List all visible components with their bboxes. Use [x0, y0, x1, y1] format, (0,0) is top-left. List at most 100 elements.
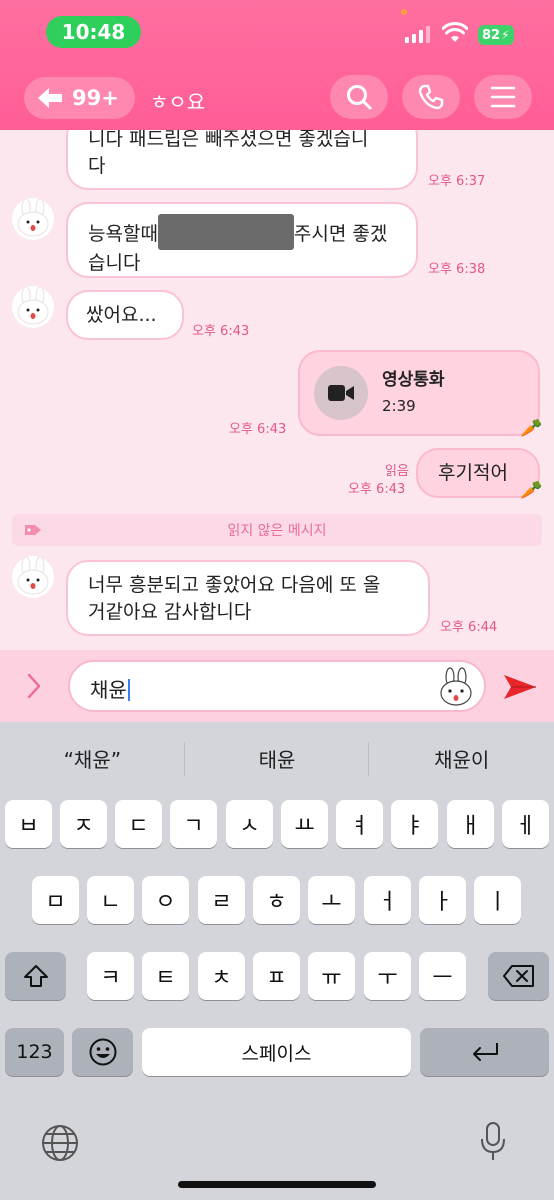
text-caret [127, 679, 130, 701]
message-text-line: 너무 흥분되고 좋았어요 다음에 또 올 [88, 574, 381, 596]
key[interactable]: ㅏ [419, 876, 466, 924]
key[interactable]: ㅊ [198, 952, 245, 1000]
key[interactable]: ㄹ [198, 876, 245, 924]
message-text-line: 거같아요 감사합니다 [88, 601, 252, 623]
censored-redaction-block [157, 214, 294, 250]
emoji-smiley-icon [89, 1038, 116, 1066]
numbers-key[interactable]: 123 [5, 1028, 64, 1076]
avatar[interactable] [12, 556, 54, 598]
phone-icon [418, 84, 444, 110]
message-composer: 채윤 [0, 650, 554, 722]
key[interactable]: ㅑ [391, 800, 438, 848]
bunny-avatar-icon [17, 286, 49, 325]
key[interactable]: ㅌ [142, 952, 189, 1000]
shift-arrow-icon [23, 965, 48, 987]
return-key[interactable] [420, 1028, 549, 1076]
key[interactable]: ㅂ [5, 800, 52, 848]
bunny-avatar-icon [17, 556, 49, 595]
chat-room-title: ㅎㅇ요 [150, 90, 206, 114]
key[interactable]: ㅔ [502, 800, 549, 848]
backspace-icon [502, 965, 534, 987]
emoticon-button[interactable] [436, 667, 476, 707]
incoming-message-bubble[interactable]: 능욕할때 주시면 좋겠 습니다 [66, 202, 418, 278]
video-camera-icon [314, 366, 368, 420]
call-button[interactable] [402, 75, 460, 119]
shift-key[interactable] [5, 952, 66, 1000]
key[interactable]: ㅎ [253, 876, 300, 924]
video-call-card[interactable]: 영상통화 2:39 [298, 350, 540, 436]
suggestion-divider [184, 742, 185, 776]
message-time: 오후 6:37 [428, 174, 486, 189]
key[interactable]: ㅈ [60, 800, 107, 848]
message-text-line: 습니다 [88, 252, 141, 274]
avatar[interactable] [12, 286, 54, 328]
bunny-avatar-icon [17, 198, 49, 237]
menu-button[interactable] [474, 75, 532, 119]
key[interactable]: ㄷ [115, 800, 162, 848]
message-text-line: 니다 패드립은 빼주셨으면 좋겠습니 [88, 130, 369, 150]
return-icon [472, 1043, 498, 1061]
battery-level: 82 [482, 27, 501, 43]
search-button[interactable] [330, 75, 388, 119]
suggestion-item[interactable]: “채윤” [0, 744, 185, 773]
message-text: 주시면 좋겠 [293, 223, 388, 245]
carrot-icon: 🥕 [520, 418, 543, 439]
message-text: 능욕할때 [88, 223, 158, 245]
send-icon[interactable] [502, 672, 538, 702]
incoming-message-bubble[interactable]: 쌌어요... [66, 290, 184, 340]
message-text: 쌌어요... [86, 304, 157, 326]
message-input-value: 채윤 [90, 678, 127, 702]
key[interactable]: ㅡ [419, 952, 466, 1000]
key[interactable]: ㅋ [87, 952, 134, 1000]
expand-chevron-icon[interactable] [24, 672, 44, 700]
key[interactable]: ㄱ [170, 800, 217, 848]
key[interactable]: ㄴ [87, 876, 134, 924]
incoming-message-bubble[interactable]: 너무 흥분되고 좋았어요 다음에 또 올 거같아요 감사합니다 [66, 560, 430, 636]
key[interactable]: ㅣ [474, 876, 521, 924]
message-input[interactable]: 채윤 [68, 660, 486, 712]
microphone-icon[interactable] [480, 1121, 506, 1163]
keyboard: “채윤” 태윤 채윤이 ㅂ ㅈ ㄷ ㄱ ㅅ ㅛ ㅕ ㅑ ㅐ ㅔ ㅁ ㄴ ㅇ ㄹ … [0, 722, 554, 1200]
space-key[interactable]: 스페이스 [142, 1028, 411, 1076]
key[interactable]: ㅐ [447, 800, 494, 848]
globe-icon[interactable] [40, 1123, 80, 1163]
avatar[interactable] [12, 198, 54, 240]
back-arrow-icon [38, 88, 62, 108]
message-time: 오후 6:43 [348, 482, 406, 497]
tag-icon [25, 525, 41, 535]
key[interactable]: ㅅ [226, 800, 273, 848]
message-text-line: 다 [88, 155, 106, 177]
video-call-duration: 2:39 [382, 397, 416, 415]
cellular-signal-icon [405, 26, 430, 43]
emoji-key[interactable] [72, 1028, 133, 1076]
chat-header: 10:48 82 ⚡ 99+ ㅎㅇ요 [0, 0, 554, 130]
message-list[interactable]: 니다 패드립은 빼주셨으면 좋겠습니 다 오후 6:37 능욕할때 주시면 좋겠 … [0, 130, 554, 650]
key[interactable]: ㅠ [308, 952, 355, 1000]
search-icon [347, 85, 372, 110]
battery-icon: 82 ⚡ [478, 25, 514, 45]
video-call-title: 영상통화 [382, 370, 445, 390]
suggestion-bar: “채윤” 태윤 채윤이 [0, 722, 554, 794]
key[interactable]: ㅜ [364, 952, 411, 1000]
key[interactable]: ㅓ [364, 876, 411, 924]
incoming-message-bubble[interactable]: 니다 패드립은 빼주셨으면 좋겠습니 다 [66, 130, 418, 190]
message-time: 오후 6:43 [229, 422, 287, 437]
hamburger-menu-icon [490, 86, 516, 108]
suggestion-item[interactable]: 태윤 [185, 744, 370, 773]
privacy-indicator-dot [401, 9, 407, 15]
unread-divider-label: 읽지 않은 메시지 [227, 523, 327, 539]
message-time: 오후 6:38 [428, 262, 486, 277]
suggestion-divider [368, 742, 369, 776]
unread-count: 99+ [72, 86, 119, 110]
read-receipt: 읽음 [385, 464, 409, 479]
key[interactable]: ㅁ [32, 876, 79, 924]
back-button[interactable]: 99+ [24, 77, 135, 119]
key[interactable]: ㅍ [253, 952, 300, 1000]
key[interactable]: ㅗ [308, 876, 355, 924]
carrot-icon: 🥕 [520, 480, 543, 501]
key[interactable]: ㅛ [281, 800, 328, 848]
suggestion-item[interactable]: 채윤이 [369, 744, 554, 773]
key[interactable]: ㅇ [142, 876, 189, 924]
delete-key[interactable] [488, 952, 549, 1000]
key[interactable]: ㅕ [336, 800, 383, 848]
